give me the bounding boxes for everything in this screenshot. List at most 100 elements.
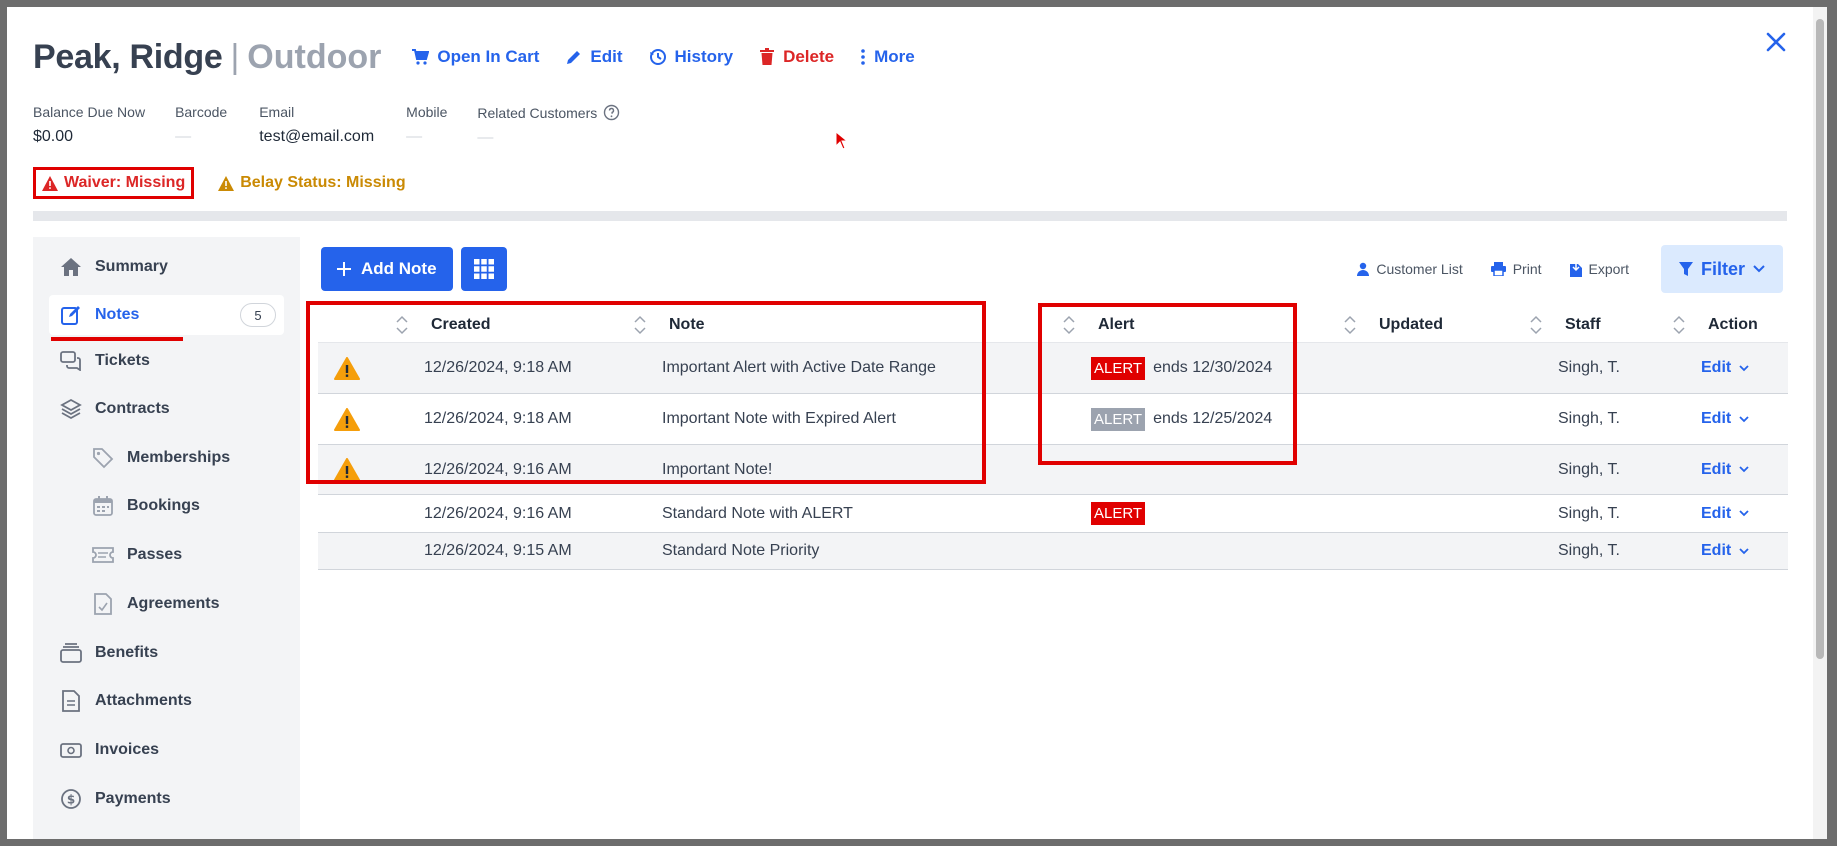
sort-icon[interactable] (1061, 313, 1077, 337)
edit-note-icon (59, 303, 83, 327)
alert-tag: ALERT (1091, 356, 1146, 380)
sidebar-item-attachments[interactable]: Attachments (33, 677, 300, 725)
edit-customer-button[interactable]: Edit (565, 47, 623, 67)
edit-note-button[interactable]: Edit (1701, 359, 1749, 377)
note-cell: Standard Note Priority (662, 542, 820, 559)
sidebar-item-contracts[interactable]: Contracts (33, 383, 300, 435)
edit-note-label: Edit (1701, 410, 1732, 427)
sidebar-item-agreements[interactable]: Agreements (33, 579, 300, 629)
close-button[interactable] (1759, 25, 1793, 59)
more-menu-button[interactable]: More (860, 47, 915, 67)
action-cell: Edit (1701, 533, 1749, 569)
sidebar-item-notes[interactable]: Notes 5 (49, 295, 284, 341)
priority-cell (334, 445, 360, 494)
mobile-value: — (406, 128, 423, 145)
sidebar-item-label: Bookings (127, 497, 200, 514)
open-in-cart-label: Open In Cart (437, 47, 540, 66)
scrollbar-thumb[interactable] (1816, 19, 1824, 659)
open-in-cart-button[interactable]: Open In Cart (411, 47, 539, 67)
table-row[interactable]: 12/26/2024, 9:16 AM Standard Note with A… (318, 495, 1788, 533)
facility-name: Outdoor (247, 37, 382, 76)
notes-count-badge: 5 (240, 303, 276, 327)
edit-note-button[interactable]: Edit (1701, 505, 1749, 523)
edit-note-button[interactable]: Edit (1701, 410, 1749, 428)
note-cell: Standard Note with ALERT (662, 504, 853, 522)
column-header-alert[interactable]: Alert (1098, 307, 1134, 343)
help-circle-icon[interactable] (603, 104, 620, 121)
customer-list-button[interactable]: Customer List (1357, 261, 1463, 277)
export-button[interactable]: Export (1569, 261, 1629, 277)
sidebar-item-bookings[interactable]: Bookings (33, 481, 300, 531)
action-cell: Edit (1701, 343, 1749, 393)
customer-header: Peak, Ridge | Outdoor Open In Cart Edit … (33, 37, 915, 77)
belay-status-label: Belay Status: Missing (240, 174, 406, 191)
sort-icon[interactable] (632, 313, 648, 337)
print-button[interactable]: Print (1490, 261, 1542, 277)
related-customers-value: — (477, 129, 494, 146)
mobile-label: Mobile (406, 104, 448, 120)
edit-note-label: Edit (1701, 460, 1732, 478)
history-button[interactable]: History (649, 47, 733, 67)
edit-note-label: Edit (1701, 359, 1732, 376)
sidebar-item-payments[interactable]: $ Payments (33, 775, 300, 823)
delete-button[interactable]: Delete (759, 47, 834, 67)
balance-field: Balance Due Now $0.00 (33, 104, 145, 147)
priority-cell (334, 343, 360, 393)
column-header-note[interactable]: Note (669, 307, 705, 343)
filter-label: Filter (1700, 258, 1745, 279)
chevron-down-icon (1739, 466, 1749, 473)
money-bill-icon (59, 738, 83, 762)
column-header-staff[interactable]: Staff (1565, 307, 1601, 343)
customer-name: Peak, Ridge (33, 37, 223, 76)
edit-label: Edit (590, 47, 623, 66)
chevron-down-icon (1739, 510, 1749, 517)
more-label: More (874, 47, 915, 66)
table-row[interactable]: 12/26/2024, 9:16 AM Important Note! Sing… (318, 445, 1788, 495)
edit-note-button[interactable]: Edit (1701, 542, 1749, 560)
table-header: Created Note Alert Updated Staff Action (318, 307, 1788, 343)
sidebar-item-tickets[interactable]: Tickets (33, 339, 300, 383)
dollar-circle-icon: $ (59, 787, 83, 811)
column-layout-button[interactable] (460, 247, 507, 291)
sidebar-item-memberships[interactable]: Memberships (33, 435, 300, 481)
title-separator: | (230, 37, 240, 76)
sidebar-item-invoices[interactable]: Invoices (33, 725, 300, 775)
warning-triangle-icon (218, 175, 235, 191)
grid-icon (473, 259, 494, 279)
sort-icon[interactable] (1342, 313, 1358, 337)
export-label: Export (1588, 261, 1629, 277)
sidebar-item-label: Attachments (95, 692, 192, 709)
sidebar-item-passes[interactable]: Passes (33, 531, 300, 579)
filter-button[interactable]: Filter (1660, 245, 1783, 293)
table-row[interactable]: 12/26/2024, 9:18 AM Important Alert with… (318, 343, 1788, 394)
sidebar-item-summary[interactable]: Summary (33, 243, 300, 291)
column-header-created[interactable]: Created (431, 307, 491, 343)
waiver-status-badge[interactable]: Waiver: Missing (33, 167, 195, 199)
sidebar-item-label: Benefits (95, 644, 159, 661)
barcode-field: Barcode — (175, 104, 227, 147)
email-field: Email test@email.com (259, 104, 374, 147)
email-value[interactable]: test@email.com (259, 128, 374, 146)
document-icon (59, 689, 83, 713)
customer-list-label: Customer List (1376, 261, 1463, 277)
chevron-down-icon (1739, 547, 1749, 554)
belay-status-badge[interactable]: Belay Status: Missing (212, 170, 411, 196)
note-cell: Important Note! (662, 460, 773, 478)
add-note-button[interactable]: Add Note (321, 247, 453, 291)
trash-icon (760, 48, 775, 65)
edit-note-button[interactable]: Edit (1701, 461, 1749, 479)
sort-icon[interactable] (394, 313, 410, 337)
sidebar-item-benefits[interactable]: Benefits (33, 629, 300, 677)
sort-icon[interactable] (1671, 313, 1687, 337)
alert-cell: ALERT (1091, 495, 1153, 532)
table-row[interactable]: 12/26/2024, 9:18 AM Important Note with … (318, 394, 1788, 445)
related-customers-field: Related Customers — (477, 104, 620, 147)
scrollbar[interactable] (1813, 7, 1827, 839)
close-icon (1766, 32, 1786, 52)
table-row[interactable]: 12/26/2024, 9:15 AM Standard Note Priori… (318, 533, 1788, 570)
sidebar-item-label: Memberships (127, 449, 231, 466)
sort-icon[interactable] (1528, 313, 1544, 337)
signed-document-icon (91, 592, 115, 616)
column-header-updated[interactable]: Updated (1379, 307, 1443, 343)
delete-label: Delete (783, 47, 835, 66)
